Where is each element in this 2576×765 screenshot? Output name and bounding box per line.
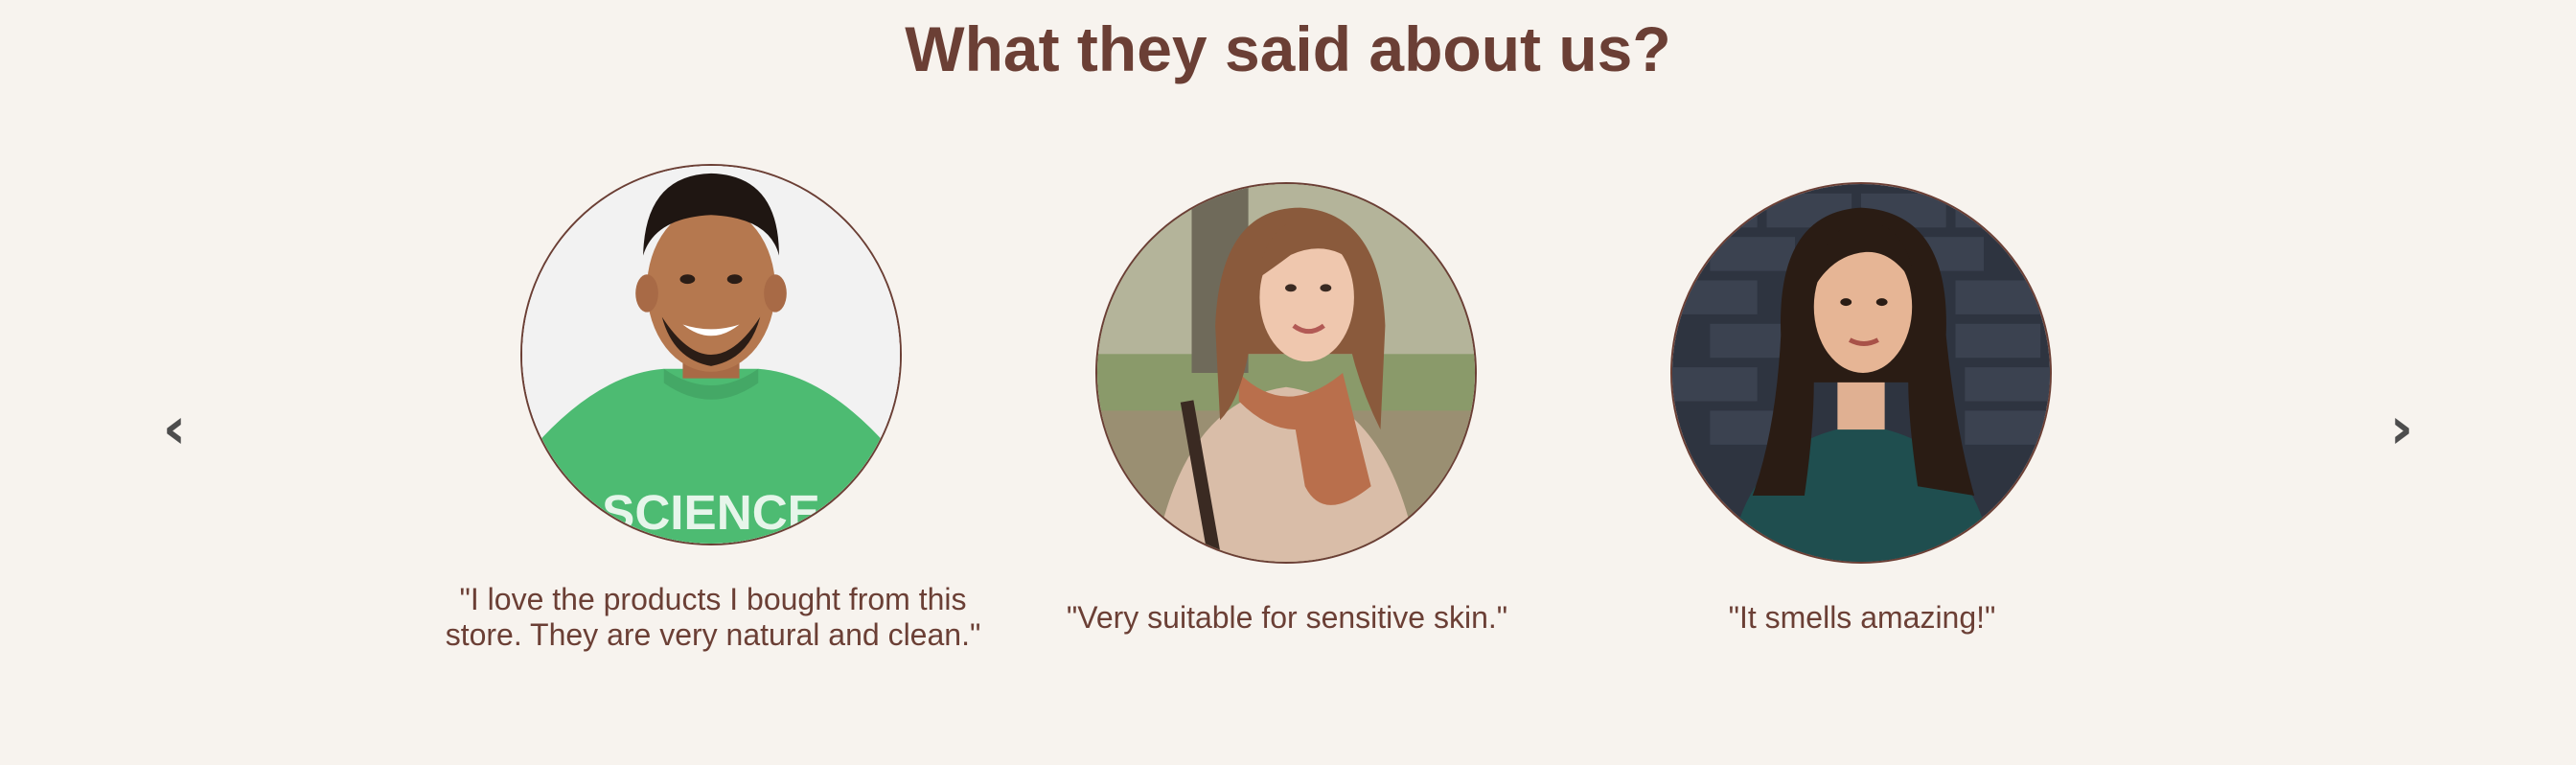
- carousel-prev-button[interactable]: ‹: [153, 395, 196, 462]
- chevron-left-icon: ‹: [162, 395, 187, 462]
- chevron-right-icon: ›: [2389, 395, 2414, 462]
- customer-photo: SCIENCE: [520, 164, 902, 545]
- testimonial-quote: "I love the products I bought from this …: [445, 582, 981, 652]
- testimonial-quote: "It smells amazing!": [1728, 600, 1996, 635]
- testimonials-section: What they said about us? ‹ SCIENCE "I lo…: [0, 0, 2576, 765]
- svg-text:SCIENCE: SCIENCE: [602, 485, 820, 540]
- carousel-next-button[interactable]: ›: [2380, 395, 2423, 462]
- section-title: What they said about us?: [905, 13, 1671, 84]
- testimonial-quote: "Very suitable for sensitive skin.": [1066, 600, 1508, 635]
- customer-photo: [1095, 182, 1477, 564]
- customer-photo: [1670, 182, 2052, 564]
